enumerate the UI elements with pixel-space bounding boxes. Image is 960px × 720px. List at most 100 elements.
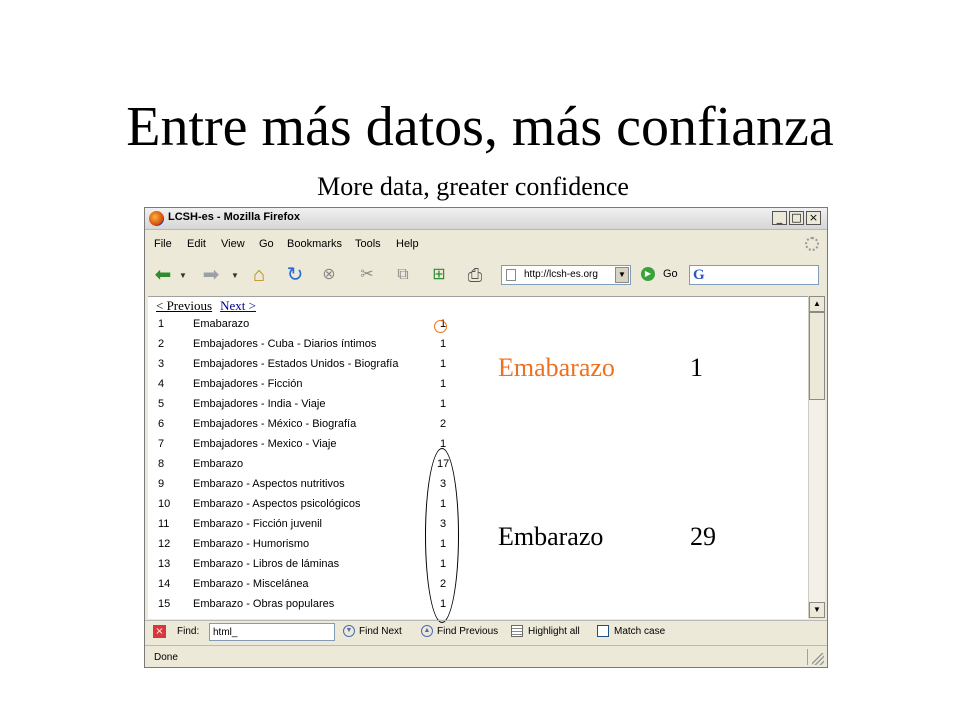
callout-term: Embarazo [498,522,604,551]
pager: < Previous Next > [156,298,256,314]
callout-count: 1 [690,353,703,382]
scroll-up-icon[interactable]: ▲ [809,296,825,312]
row-number: 6 [158,418,165,430]
find-previous-icon[interactable]: ▲ [421,625,433,637]
stop-icon[interactable]: ⊗ [317,263,341,287]
subject-heading: Embarazo [193,458,244,470]
subject-heading: Embarazo - Obras populares [193,598,335,610]
callout-correct: Embarazo 29 [498,522,716,552]
subject-heading: Embajadores - Estados Unidos - Biografía [193,358,399,370]
url-bar[interactable]: http://lcsh-es.org ▼ [501,265,631,285]
match-case-checkbox[interactable] [597,625,609,637]
menu-bookmarks[interactable]: Bookmarks [287,238,342,250]
next-link[interactable]: Next > [220,298,256,313]
match-case-label[interactable]: Match case [614,626,665,637]
subject-heading: Embarazo - Libros de láminas [193,558,340,570]
scroll-thumb[interactable] [809,312,825,400]
row-number: 3 [158,358,165,370]
search-engine-icon[interactable]: G [693,267,705,283]
previous-link[interactable]: < Previous [156,298,212,313]
find-bar: × Find: ▼ Find Next ▲ Find Previous High… [145,620,827,643]
subject-heading: Embajadores - India - Viaje [193,398,326,410]
row-number: 10 [158,498,171,510]
cut-icon[interactable]: ✂ [355,263,379,287]
firefox-icon [149,211,164,226]
record-count: 2 [439,418,447,430]
back-icon[interactable]: ⬅ [151,263,175,287]
row-number: 9 [158,478,165,490]
row-number: 14 [158,578,171,590]
row-number: 5 [158,398,165,410]
subject-heading: Embajadores - Ficción [193,378,303,390]
copy-icon[interactable]: ⧉ [391,263,415,287]
resize-grip-icon[interactable] [812,653,824,665]
row-number: 11 [158,518,170,530]
menu-go[interactable]: Go [259,238,274,250]
scroll-down-icon[interactable]: ▼ [809,602,825,618]
status-divider [807,649,808,665]
forward-icon[interactable]: ➡ [199,263,223,287]
highlight-ellipse [425,448,459,623]
row-number: 4 [158,378,165,390]
page-icon [506,269,516,281]
menu-edit[interactable]: Edit [187,238,206,250]
print-icon[interactable]: ⎙ [463,263,487,287]
subject-heading: Embajadores - Cuba - Diarios íntimos [193,338,377,350]
subject-heading: Embajadores - Mexico - Viaje [193,438,337,450]
find-input[interactable] [209,623,335,641]
slide-title: Entre más datos, más confianza [126,96,834,158]
record-count: 1 [439,398,447,410]
subject-heading: Embarazo - Miscelánea [193,578,309,590]
highlight-circle [434,320,447,333]
find-close-icon[interactable]: × [153,625,166,638]
reload-icon[interactable]: ↻ [283,263,307,287]
row-number: 8 [158,458,165,470]
go-icon[interactable]: ▶ [641,267,655,281]
subject-heading: Emabarazo [193,318,250,330]
menu-tools[interactable]: Tools [355,238,381,250]
highlight-icon[interactable] [511,625,523,637]
maximize-button[interactable]: □ [789,211,804,225]
find-next-button[interactable]: Find Next [359,626,402,637]
vertical-scrollbar[interactable]: ▲ ▼ [808,296,825,618]
go-button[interactable]: Go [663,268,678,280]
subject-heading: Embajadores - México - Biografía [193,418,357,430]
find-next-icon[interactable]: ▼ [343,625,355,637]
menu-view[interactable]: View [221,238,245,250]
status-bar: Done [145,645,827,668]
url-dropdown-icon[interactable]: ▼ [615,267,629,283]
url-text[interactable]: http://lcsh-es.org [524,269,598,280]
row-number: 12 [158,538,171,550]
menu-help[interactable]: Help [396,238,419,250]
slide-subtitle: More data, greater confidence [317,172,629,201]
row-number: 13 [158,558,171,570]
search-box[interactable]: G [689,265,819,285]
subject-heading: Embarazo - Aspectos psicológicos [193,498,361,510]
throbber-icon [805,237,819,251]
page-content: < Previous Next > 1 Emabarazo 1 2 Embajadores… [148,296,808,623]
new-tab-icon[interactable]: ⊞ [427,263,451,287]
highlight-all-button[interactable]: Highlight all [528,626,580,637]
close-button[interactable]: × [806,211,821,225]
record-count: 1 [439,358,447,370]
browser-window: LCSH-es - Mozilla Firefox _ □ × File Edi… [144,207,828,668]
find-label: Find: [177,626,200,637]
home-icon[interactable]: ⌂ [247,263,271,287]
row-number: 1 [158,318,165,330]
navigation-toolbar: ⬅ ▼ ➡ ▼ ⌂ ↻ ⊗ ✂ ⧉ ⊞ ⎙ http://lcsh-es.org… [145,257,827,293]
minimize-button[interactable]: _ [772,211,787,225]
title-bar: LCSH-es - Mozilla Firefox _ □ × [145,208,827,230]
window-title: LCSH-es - Mozilla Firefox [168,211,301,223]
subject-heading: Embarazo - Aspectos nutritivos [193,478,345,490]
record-count: 1 [439,378,447,390]
menu-file[interactable]: File [154,238,172,250]
row-number: 15 [158,598,171,610]
record-count: 1 [439,338,447,350]
menu-bar: File Edit View Go Bookmarks Tools Help [145,234,827,254]
row-number: 2 [158,338,165,350]
callout-count: 29 [690,522,716,551]
forward-dropdown-icon[interactable]: ▼ [231,271,239,280]
find-previous-button[interactable]: Find Previous [437,626,498,637]
back-dropdown-icon[interactable]: ▼ [179,271,187,280]
subject-heading: Embarazo - Humorismo [193,538,310,550]
